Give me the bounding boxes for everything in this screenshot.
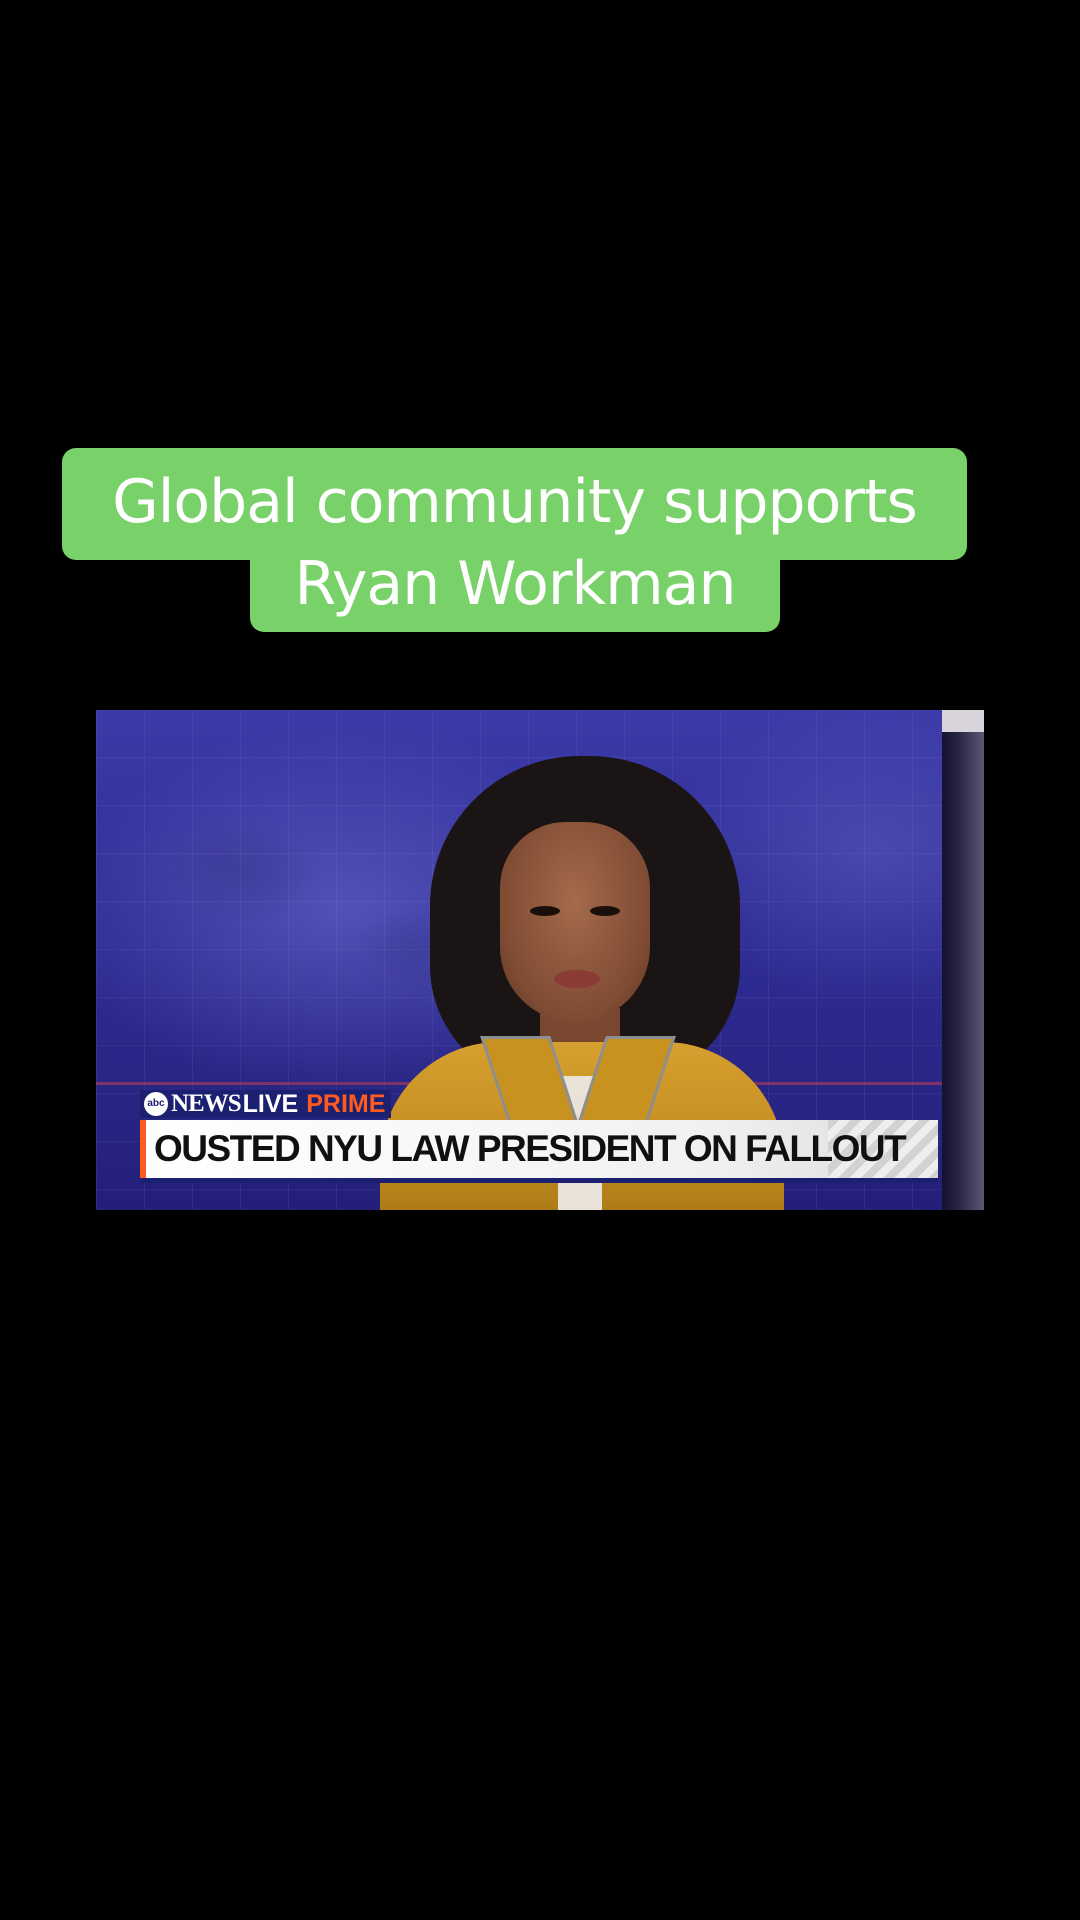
screen: Global community supports Ryan Workman a… [0,0,1080,1920]
headline-underline [140,1178,938,1183]
headline-text: OUSTED NYU LAW PRESIDENT ON FALLOUT [154,1128,907,1169]
caption-line-2: Ryan Workman [250,540,780,632]
lower-third: abc NEWS LIVE PRIME OUSTED NYU LAW PRESI… [140,1090,940,1190]
studio-pillar-light [942,710,984,732]
network-brand-bar: abc NEWS LIVE PRIME [140,1090,392,1118]
headline-banner: OUSTED NYU LAW PRESIDENT ON FALLOUT [140,1120,938,1178]
anchor-eye-right [590,906,620,916]
caption-corner-left [236,546,250,560]
anchor-mouth [554,970,600,988]
video-player[interactable]: abc NEWS LIVE PRIME OUSTED NYU LAW PRESI… [96,710,984,1210]
anchor-eye-left [530,906,560,916]
abc-logo-icon: abc [144,1092,168,1116]
studio-pillar [942,710,984,1210]
brand-prime-text: PRIME [306,1090,386,1118]
brand-news-text: NEWS [171,1090,242,1117]
brand-live-text: LIVE [242,1090,299,1118]
anchor-face [500,822,650,1022]
caption-corner-right [780,546,794,560]
